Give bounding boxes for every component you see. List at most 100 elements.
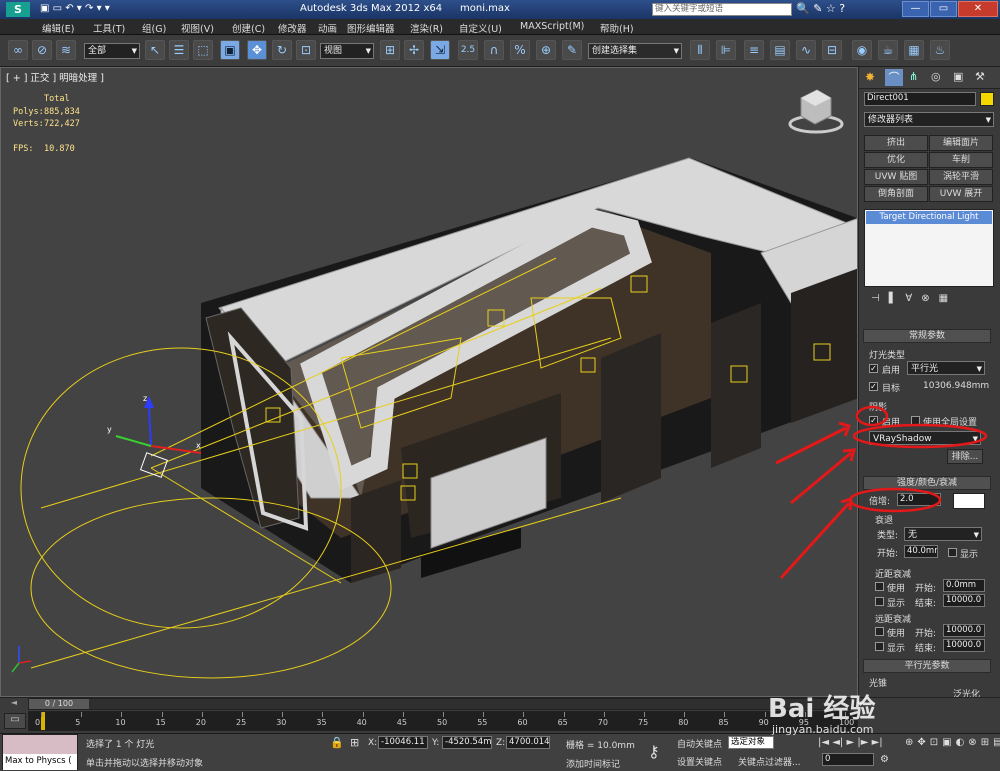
maxscript-input[interactable]: Max to Physcs ( [3, 754, 77, 770]
y-coord-field[interactable]: -4520.54m [442, 736, 492, 749]
turbosmooth-button[interactable]: 涡轮平滑 [929, 169, 993, 185]
selection-filter-dropdown[interactable]: 全部 [84, 43, 140, 59]
time-slider-track[interactable]: 0 / 100 [28, 698, 858, 710]
modify-tab-icon[interactable]: ⌒ [885, 69, 903, 86]
region-select-icon[interactable]: ⬚ [193, 40, 213, 60]
viewcube-icon[interactable] [788, 89, 844, 134]
close-button[interactable]: ✕ [958, 1, 998, 17]
stack-item[interactable]: Target Directional Light [866, 211, 992, 224]
menu-edit[interactable]: 编辑(E) [42, 21, 74, 35]
lathe-button[interactable]: 车削 [929, 152, 993, 168]
far-end-field[interactable]: 10000.0 [943, 639, 985, 652]
mirror-icon[interactable]: ⫴ [690, 40, 710, 60]
graphite-ribbon-icon[interactable]: ▤ [770, 40, 790, 60]
decay-show-checkbox[interactable] [948, 548, 957, 557]
unlink-icon[interactable]: ⊘ [32, 40, 52, 60]
render-setup-icon[interactable]: ☕ [878, 40, 898, 60]
select-manipulate-icon[interactable]: ✢ [404, 40, 424, 60]
hierarchy-tab-icon[interactable]: ⋔ [909, 70, 918, 83]
current-frame-field[interactable]: 0 [822, 753, 874, 766]
menu-group[interactable]: 组(G) [142, 21, 166, 35]
schematic-view-icon[interactable]: ⊟ [822, 40, 842, 60]
edit-named-sets-icon[interactable]: ✎ [562, 40, 582, 60]
absolute-mode-icon[interactable]: ⊞ [350, 736, 359, 749]
link-icon[interactable]: ∞ [8, 40, 28, 60]
angle-snap-icon[interactable]: 2.5 [458, 40, 478, 60]
optimize-button[interactable]: 优化 [864, 152, 928, 168]
maxscript-listener[interactable]: Max to Physcs ( [2, 734, 78, 770]
far-show-checkbox[interactable] [875, 642, 884, 651]
menu-views[interactable]: 视图(V) [181, 21, 214, 35]
bevel-profile-button[interactable]: 倒角剖面 [864, 186, 928, 202]
modifier-list-dropdown[interactable]: 修改器列表 [864, 112, 994, 127]
menu-animation[interactable]: 动画 [318, 21, 337, 35]
modifier-stack[interactable]: Target Directional Light [864, 209, 994, 287]
far-start-field[interactable]: 10000.0 [943, 624, 985, 637]
layer-manager-icon[interactable]: ≡ [744, 40, 764, 60]
key-filters-button[interactable]: 关键点过滤器... [738, 755, 801, 768]
auto-key-label[interactable]: 自动关键点 [677, 737, 722, 750]
select-by-name-icon[interactable]: ☰ [169, 40, 189, 60]
snap-toggle-icon[interactable]: ∩ [484, 40, 504, 60]
select-scale-icon[interactable]: ⊡ [296, 40, 316, 60]
menu-create[interactable]: 创建(C) [232, 21, 265, 35]
time-config-icon[interactable]: ⚙ [880, 754, 889, 765]
curve-editor-icon[interactable]: ∿ [796, 40, 816, 60]
quick-access-icons[interactable]: ▣ ▭ ↶ ▾ ↷ ▾ ▾ [40, 3, 110, 14]
time-slider-prev[interactable]: ◄ [0, 698, 28, 710]
key-icon[interactable]: ⚷ [648, 742, 660, 761]
uvw-map-button[interactable]: UVW 贴图 [864, 169, 928, 185]
object-name-field[interactable]: Direct001 [864, 92, 976, 106]
create-tab-icon[interactable]: ✸ [865, 70, 875, 84]
track-bar[interactable]: 0 5 10 15 20 25 30 35 40 45 50 55 60 65 70 75 80 85 90 95 10… [28, 711, 858, 731]
viewport-nav-icons[interactable]: ⊕✥⊡▣◐⊗⊞▤ [905, 737, 1000, 748]
utilities-tab-icon[interactable]: ⚒ [975, 70, 985, 83]
menu-tools[interactable]: 工具(T) [93, 21, 125, 35]
app-logo-icon[interactable]: S [6, 2, 30, 17]
unwrap-uvw-button[interactable]: UVW 展开 [929, 186, 993, 202]
near-end-field[interactable]: 10000.0 [943, 594, 985, 607]
perspective-viewport[interactable]: [ + ] 正交 ] 明暗处理 ] Total Polys: 885,834 V… [0, 67, 858, 697]
menu-rendering[interactable]: 渲染(R) [410, 21, 443, 35]
display-tab-icon[interactable]: ▣ [953, 70, 963, 83]
percent-snap-icon[interactable]: % [510, 40, 530, 60]
near-use-checkbox[interactable] [875, 582, 884, 591]
add-time-tag[interactable]: 添加时间标记 [566, 757, 620, 770]
minimize-button[interactable]: — [902, 1, 929, 17]
motion-tab-icon[interactable]: ◎ [931, 70, 941, 83]
track-bar-toggle-icon[interactable]: ▭ [4, 713, 26, 729]
spinner-snap-icon[interactable]: ⊕ [536, 40, 556, 60]
time-slider-thumb[interactable]: 0 / 100 [29, 699, 89, 709]
select-move-icon[interactable]: ✥ [247, 40, 267, 60]
maximize-button[interactable]: ▭ [930, 1, 957, 17]
x-coord-field[interactable]: -10046.11 [378, 736, 428, 749]
rendered-frame-icon[interactable]: ▦ [904, 40, 924, 60]
selected-object-field[interactable]: 选定对象 [728, 736, 774, 749]
render-production-icon[interactable]: ♨ [930, 40, 950, 60]
edit-patch-button[interactable]: 编辑面片 [929, 135, 993, 151]
light-enable-checkbox[interactable]: ✓ [869, 364, 878, 373]
align-icon[interactable]: ⊫ [716, 40, 736, 60]
stack-tools-icons[interactable]: ⊣▌∀⊗▦ [871, 293, 957, 304]
general-params-rollout[interactable]: 常规参数 [863, 329, 991, 343]
z-coord-field[interactable]: 4700.014m [506, 736, 550, 749]
lock-selection-icon[interactable]: 🔒 [330, 736, 344, 749]
extrude-button[interactable]: 挤出 [864, 135, 928, 151]
named-selection-dropdown[interactable]: 创建选择集 [588, 43, 682, 59]
menu-modifiers[interactable]: 修改器 [278, 21, 307, 35]
help-search-icons[interactable]: 🔍 ✎ ☆ ? [796, 2, 845, 15]
object-color-swatch[interactable] [980, 92, 994, 106]
menu-customize[interactable]: 自定义(U) [459, 21, 502, 35]
search-input[interactable]: 键入关键字或短语 [652, 3, 792, 16]
menu-help[interactable]: 帮助(H) [600, 21, 634, 35]
select-rotate-icon[interactable]: ↻ [272, 40, 292, 60]
near-start-field[interactable]: 0.0mm [943, 579, 985, 592]
menu-graph-editors[interactable]: 图形编辑器 [347, 21, 395, 35]
decay-start-field[interactable]: 40.0mm [904, 545, 938, 558]
far-use-checkbox[interactable] [875, 627, 884, 636]
menu-maxscript[interactable]: MAXScript(M) [520, 21, 584, 32]
pivot-center-icon[interactable]: ⊞ [380, 40, 400, 60]
set-key-label[interactable]: 设置关键点 [677, 755, 722, 768]
keyboard-shortcut-icon[interactable]: ⇲ [430, 40, 450, 60]
select-object-icon[interactable]: ↖ [145, 40, 165, 60]
